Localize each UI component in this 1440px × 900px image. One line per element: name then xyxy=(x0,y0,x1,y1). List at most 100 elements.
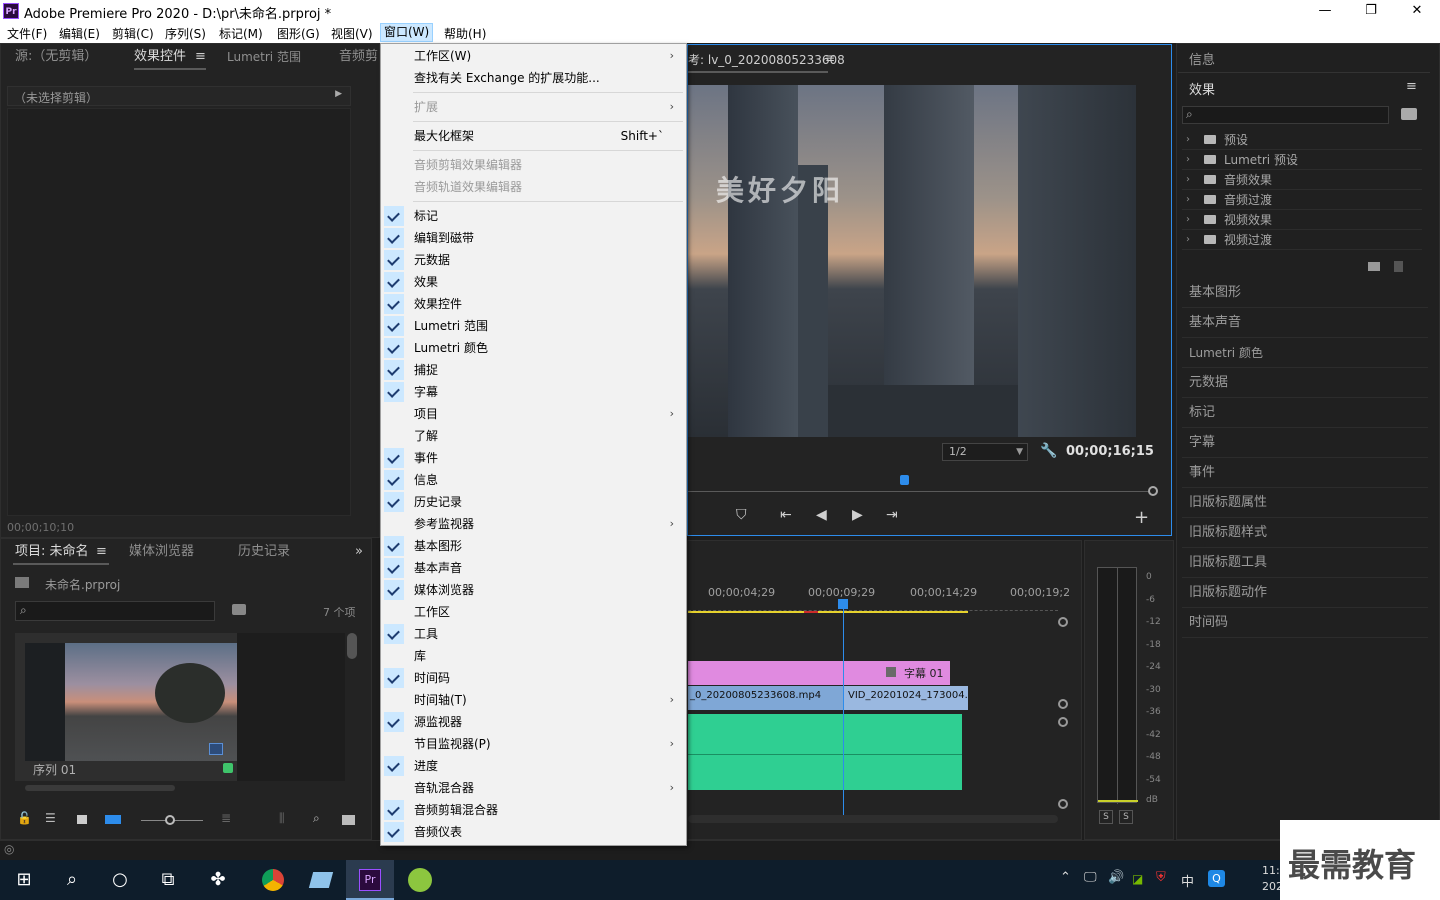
tree-item-audio-transitions[interactable]: › 音频过渡 xyxy=(1182,190,1422,210)
video-clip-b[interactable]: VID_20201024_173004. xyxy=(844,686,968,710)
window-menu-item[interactable]: 音频剪辑混合器 xyxy=(381,799,686,821)
add-button-icon[interactable]: + xyxy=(1134,507,1149,528)
sequence-thumbnail-card[interactable]: 序列 01 xyxy=(15,633,237,781)
track-scroll-handle-bottom[interactable] xyxy=(1058,799,1068,809)
chevron-up-icon[interactable]: ⌃ xyxy=(1060,870,1071,885)
panel-legacy-title-tools[interactable]: 旧版标题工具 xyxy=(1182,548,1428,578)
tab-project[interactable]: 项目: 未命名 xyxy=(15,539,89,565)
cortana-icon[interactable]: ○ xyxy=(96,860,144,900)
new-bin-icon[interactable] xyxy=(232,604,246,615)
window-menu-item[interactable]: 事件 xyxy=(381,447,686,469)
tree-item-lumetri-presets[interactable]: › Lumetri 预设 xyxy=(1182,150,1422,170)
zoom-select[interactable]: 1/2 ▼ xyxy=(942,443,1028,461)
project-scrollbar[interactable] xyxy=(347,633,357,659)
effects-menu-icon[interactable]: ≡ xyxy=(1406,79,1417,94)
window-menu-item[interactable]: 媒体浏览器 xyxy=(381,579,686,601)
panel-lumetri-color[interactable]: Lumetri 颜色 xyxy=(1182,338,1428,368)
menu-file[interactable]: 文件(F) xyxy=(7,25,47,42)
freeform-view-icon[interactable] xyxy=(105,815,121,824)
menu-clip[interactable]: 剪辑(C) xyxy=(112,25,154,42)
tree-item-audio-effects[interactable]: › 音频效果 xyxy=(1182,170,1422,190)
add-marker-icon[interactable]: ⛉ xyxy=(736,507,747,523)
monitor-menu-icon[interactable]: ≡ xyxy=(825,51,835,65)
window-menu-item[interactable]: 信息 xyxy=(381,469,686,491)
task-view-icon[interactable]: ⧉ xyxy=(144,860,192,900)
qq-icon[interactable]: Q xyxy=(1208,870,1225,887)
window-menu-item[interactable]: 效果 xyxy=(381,271,686,293)
window-menu-item[interactable]: 节目监视器(P) › xyxy=(381,733,686,755)
panel-essential-sound[interactable]: 基本声音 xyxy=(1182,308,1428,338)
notepad-app-icon[interactable] xyxy=(297,860,345,900)
window-menu-item[interactable]: 工作区(W) › xyxy=(381,45,686,67)
volume-icon[interactable]: 🔊 xyxy=(1108,870,1124,885)
info-panel-title[interactable]: 信息 xyxy=(1189,49,1215,68)
panel-timecode[interactable]: 时间码 xyxy=(1182,608,1428,638)
lime-app-icon[interactable] xyxy=(396,860,444,900)
window-menu-item[interactable]: 工作区 xyxy=(381,601,686,623)
zoom-slider-knob[interactable] xyxy=(165,815,175,825)
window-menu-item[interactable]: 参考监视器 › xyxy=(381,513,686,535)
go-to-out-icon[interactable]: ⇥ xyxy=(886,507,898,523)
expand-panels-icon[interactable]: » xyxy=(355,539,363,565)
window-menu-item[interactable]: 基本图形 xyxy=(381,535,686,557)
video-clip-a[interactable]: _0_20200805233608.mp4 xyxy=(688,686,844,710)
accelerated-effects-icon[interactable] xyxy=(1401,108,1417,120)
find-icon[interactable]: ⌕ xyxy=(313,811,320,826)
audio-clip[interactable] xyxy=(688,714,962,790)
tab-source[interactable]: 源:（无剪辑） xyxy=(15,44,97,70)
track-scroll-handle-mid[interactable] xyxy=(1058,699,1068,709)
restore-button[interactable]: ❐ xyxy=(1348,0,1394,22)
window-menu-item[interactable]: 元数据 xyxy=(381,249,686,271)
close-button[interactable]: ✕ xyxy=(1394,0,1440,22)
project-search-input[interactable]: ⌕ xyxy=(15,601,215,621)
play-icon[interactable]: ▶ xyxy=(852,507,863,523)
start-windows-icon[interactable]: ⊞ xyxy=(0,860,48,900)
tab-effect-controls[interactable]: 效果控件 xyxy=(134,44,186,70)
panel-events[interactable]: 事件 xyxy=(1182,458,1428,488)
window-menu-item[interactable]: 工具 xyxy=(381,623,686,645)
panel-captions[interactable]: 字幕 xyxy=(1182,428,1428,458)
window-menu-item[interactable]: 时间轴(T) › xyxy=(381,689,686,711)
scrub-end-handle[interactable] xyxy=(1148,486,1158,496)
pinwheel-app-icon[interactable]: ✤ xyxy=(194,860,242,900)
window-menu-item[interactable]: 历史记录 xyxy=(381,491,686,513)
monitor-scrub-bar[interactable] xyxy=(688,491,1150,492)
sequence-thumbnail[interactable] xyxy=(25,643,237,761)
menu-window[interactable]: 窗口(W) xyxy=(380,23,434,42)
menu-sequence[interactable]: 序列(S) xyxy=(165,25,206,42)
tab-media-browser[interactable]: 媒体浏览器 xyxy=(129,539,194,565)
new-bin-button-icon[interactable] xyxy=(342,815,355,825)
effects-panel-title[interactable]: 效果 xyxy=(1189,79,1215,98)
minimize-button[interactable]: — xyxy=(1302,0,1348,22)
panel-legacy-title-styles[interactable]: 旧版标题样式 xyxy=(1182,518,1428,548)
icon-view-icon[interactable] xyxy=(77,815,87,824)
ime-indicator[interactable]: 中 xyxy=(1181,871,1194,890)
video-frame[interactable]: 美好夕阳 xyxy=(688,85,1136,437)
window-menu-item[interactable]: 进度 xyxy=(381,755,686,777)
tree-item-presets[interactable]: › 预设 xyxy=(1182,130,1422,150)
timeline-playhead-handle[interactable] xyxy=(838,599,848,609)
wrench-icon[interactable]: 🔧 xyxy=(1040,443,1057,459)
window-menu-item[interactable]: Lumetri 颜色 xyxy=(381,337,686,359)
window-menu-item[interactable]: 源监视器 xyxy=(381,711,686,733)
window-menu-item[interactable]: 音频仪表 xyxy=(381,821,686,843)
new-custom-bin-icon[interactable] xyxy=(1368,262,1380,271)
window-menu-item[interactable]: 编辑到磁带 xyxy=(381,227,686,249)
panel-legacy-title-actions[interactable]: 旧版标题动作 xyxy=(1182,578,1428,608)
menu-view[interactable]: 视图(V) xyxy=(331,25,373,42)
tree-item-video-transitions[interactable]: › 视频过渡 xyxy=(1182,230,1422,250)
window-menu-item[interactable]: 音轨混合器 › xyxy=(381,777,686,799)
search-icon[interactable]: ⌕ xyxy=(48,860,96,900)
timeline-hscrollbar[interactable] xyxy=(688,815,1058,823)
panel-markers[interactable]: 标记 xyxy=(1182,398,1428,428)
window-menu-item[interactable]: 标记 xyxy=(381,205,686,227)
window-menu-item[interactable]: 基本声音 xyxy=(381,557,686,579)
automate-icon[interactable]: ⫼ xyxy=(279,811,285,826)
window-menu-item[interactable]: 项目 › xyxy=(381,403,686,425)
panel-legacy-title-properties[interactable]: 旧版标题属性 xyxy=(1182,488,1428,518)
timeline-playhead-line[interactable] xyxy=(843,601,844,815)
trash-icon[interactable] xyxy=(1394,261,1403,272)
premiere-taskbar-icon[interactable]: Pr xyxy=(346,860,394,900)
work-area-bar[interactable] xyxy=(688,611,968,613)
tab-history[interactable]: 历史记录 xyxy=(238,539,290,565)
